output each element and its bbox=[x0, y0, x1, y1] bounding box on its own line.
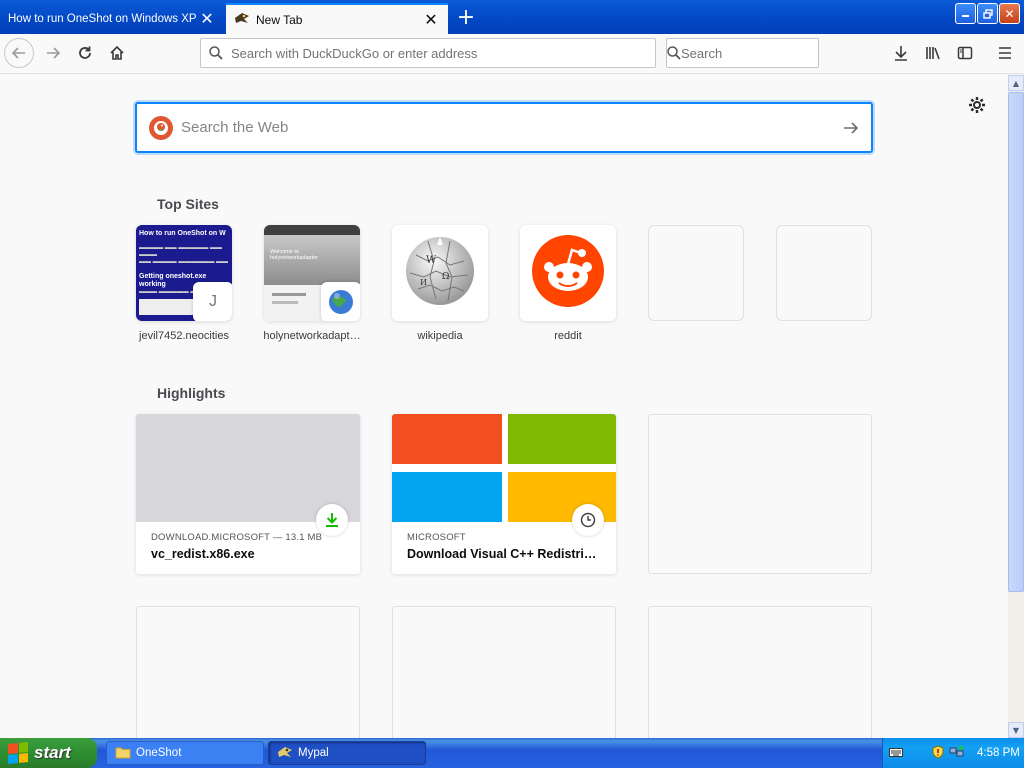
empty-site-tile bbox=[776, 225, 872, 321]
network-icon[interactable] bbox=[949, 745, 965, 762]
svg-text:W: W bbox=[426, 255, 437, 266]
back-button[interactable] bbox=[4, 38, 34, 68]
site-label: reddit bbox=[554, 330, 582, 342]
taskbar-item-oneshot[interactable]: OneShot bbox=[106, 741, 264, 765]
site-thumbnail: How to run OneShot on W ▬▬▬▬ ▬▬ ▬▬▬▬▬ ▬▬… bbox=[136, 225, 232, 321]
keyboard-icon[interactable] bbox=[889, 746, 903, 761]
thumbnail-text: Welcome to holynetworkadapter bbox=[270, 249, 319, 261]
highlight-card-vc-redist[interactable]: DOWNLOAD.MICROSOFT — 13.1 MB vc_redist.x… bbox=[136, 414, 360, 574]
wikipedia-globe-icon: WΩ И bbox=[402, 233, 478, 313]
page-scrollbar[interactable]: ▲ ▼ bbox=[1008, 75, 1024, 738]
highlight-card-visual-cpp[interactable]: MICROSOFT Download Visual C++ Redistribu… bbox=[392, 414, 616, 574]
title-bar: How to run OneShot on Windows XP ✕ New T… bbox=[0, 0, 1024, 34]
windows-logo-icon bbox=[8, 741, 28, 765]
site-label: wikipedia bbox=[417, 330, 463, 342]
top-site-empty-slot bbox=[776, 225, 872, 321]
gear-icon[interactable] bbox=[966, 94, 988, 116]
task-label: OneShot bbox=[136, 747, 182, 759]
task-label: Mypal bbox=[298, 747, 329, 759]
reddit-icon bbox=[531, 234, 605, 312]
reload-button[interactable] bbox=[70, 38, 100, 68]
minimize-button[interactable] bbox=[955, 3, 976, 24]
site-label: holynetworkadapt… bbox=[263, 330, 361, 342]
empty-site-tile bbox=[648, 225, 744, 321]
top-sites-heading: Top Sites bbox=[157, 196, 219, 212]
duckduckgo-icon bbox=[149, 115, 173, 140]
site-letter-icon: J bbox=[193, 282, 232, 321]
new-tab-button[interactable]: + bbox=[452, 4, 480, 30]
empty-highlight-card bbox=[136, 606, 360, 738]
tab-title: New Tab bbox=[256, 12, 303, 27]
clock-display[interactable]: 4:58 PM bbox=[977, 747, 1020, 759]
start-label: start bbox=[34, 743, 71, 762]
svg-text:Ω: Ω bbox=[442, 272, 449, 282]
download-icon bbox=[316, 504, 348, 536]
empty-highlight-card bbox=[648, 606, 872, 738]
search-icon bbox=[201, 46, 231, 60]
card-image bbox=[136, 414, 360, 536]
card-source: DOWNLOAD.MICROSOFT — 13.1 MB bbox=[151, 532, 323, 543]
security-shield-icon[interactable] bbox=[931, 744, 945, 762]
search-submit-arrow-icon[interactable] bbox=[831, 120, 871, 136]
sidebar-icon[interactable] bbox=[950, 38, 980, 68]
card-source: MICROSOFT bbox=[407, 532, 466, 543]
empty-highlight-card bbox=[648, 414, 872, 574]
url-bar[interactable] bbox=[200, 38, 656, 68]
system-tray: 4:58 PM bbox=[882, 738, 1024, 768]
downloads-icon[interactable] bbox=[886, 38, 916, 68]
mypal-icon bbox=[234, 11, 250, 28]
card-title: vc_redist.x86.exe bbox=[151, 547, 255, 561]
mypal-icon bbox=[277, 745, 293, 762]
search-bar[interactable] bbox=[666, 38, 857, 68]
scrollbar-thumb[interactable] bbox=[1008, 92, 1024, 592]
top-site-reddit[interactable]: reddit bbox=[520, 225, 616, 342]
new-tab-page: Top Sites How to run OneShot on W ▬▬▬▬ ▬… bbox=[0, 75, 1008, 738]
top-site-wikipedia[interactable]: WΩ И wikipedia bbox=[392, 225, 488, 342]
clock-icon bbox=[572, 504, 604, 536]
microsoft-logo-image bbox=[392, 414, 616, 536]
scroll-down-arrow-icon[interactable]: ▼ bbox=[1008, 722, 1024, 738]
hamburger-menu-icon[interactable] bbox=[990, 38, 1020, 68]
library-icon[interactable] bbox=[918, 38, 948, 68]
site-thumbnail: WΩ И bbox=[392, 225, 488, 321]
site-thumbnail bbox=[520, 225, 616, 321]
taskbar-item-mypal[interactable]: Mypal bbox=[268, 741, 426, 765]
web-search-box[interactable] bbox=[135, 102, 873, 153]
close-tab-icon[interactable]: ✕ bbox=[420, 9, 442, 31]
close-window-button[interactable]: ✕ bbox=[999, 3, 1020, 24]
search-input[interactable] bbox=[681, 45, 857, 61]
top-site-empty-slot bbox=[648, 225, 744, 321]
forward-button[interactable] bbox=[38, 38, 68, 68]
windows-taskbar: start OneShot Mypal 4:58 PM bbox=[0, 738, 1024, 768]
url-input[interactable] bbox=[231, 45, 655, 61]
search-icon bbox=[667, 46, 681, 60]
home-button[interactable] bbox=[102, 38, 132, 68]
svg-text:И: И bbox=[420, 278, 427, 287]
web-search-input[interactable] bbox=[181, 119, 831, 136]
globe-icon bbox=[321, 282, 360, 321]
empty-highlight-card bbox=[392, 606, 616, 738]
restore-button[interactable] bbox=[977, 3, 998, 24]
start-button[interactable]: start bbox=[0, 738, 97, 768]
tab-oneshot-guide[interactable]: How to run OneShot on Windows XP ✕ bbox=[2, 3, 224, 34]
tab-new-tab[interactable]: New Tab ✕ bbox=[226, 3, 448, 34]
close-tab-icon[interactable]: ✕ bbox=[196, 8, 218, 30]
scroll-up-arrow-icon[interactable]: ▲ bbox=[1008, 75, 1024, 91]
thumbnail-title: How to run OneShot on W bbox=[139, 230, 226, 237]
highlights-heading: Highlights bbox=[157, 385, 226, 401]
top-site-jevil7452[interactable]: How to run OneShot on W ▬▬▬▬ ▬▬ ▬▬▬▬▬ ▬▬… bbox=[136, 225, 232, 342]
folder-icon bbox=[115, 745, 131, 762]
tab-title: How to run OneShot on Windows XP bbox=[8, 12, 196, 25]
card-title: Download Visual C++ Redistribu… bbox=[407, 547, 601, 561]
nav-bar bbox=[0, 34, 1024, 74]
site-thumbnail: Welcome to holynetworkadapter bbox=[264, 225, 360, 321]
site-label: jevil7452.neocities bbox=[139, 330, 229, 342]
top-site-holynetworkadapter[interactable]: Welcome to holynetworkadapter holynetwor… bbox=[263, 225, 361, 342]
